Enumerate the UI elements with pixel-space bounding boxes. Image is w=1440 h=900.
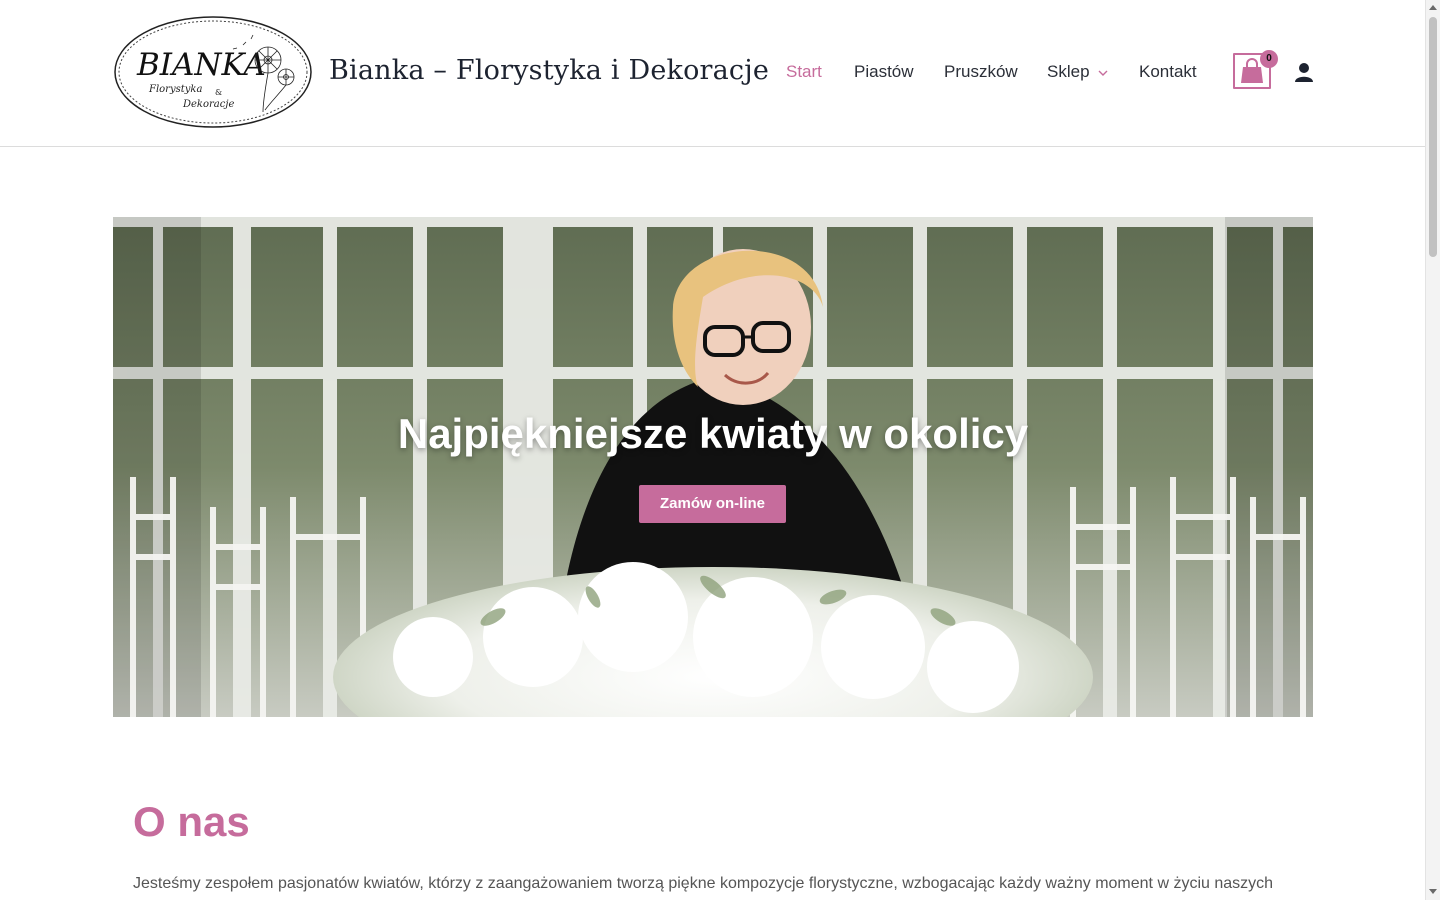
about-paragraph: Jesteśmy zespołem pasjonatów kwiatów, kt…	[133, 875, 1274, 892]
nav-item-start[interactable]: Start	[786, 62, 822, 82]
about-heading: O nas	[133, 798, 250, 845]
site-logo[interactable]: BIANKA Florystyka & Dekoracje	[113, 15, 313, 130]
site-title[interactable]: Bianka – Florystyka i Dekoracje	[329, 55, 769, 86]
logo-sub-text-amp: &	[215, 88, 222, 97]
hero-background-image	[113, 217, 1313, 717]
nav-item-piastow[interactable]: Piastów	[854, 62, 914, 82]
cart-count-badge: 0	[1260, 50, 1278, 68]
scroll-up-arrow-icon[interactable]	[1429, 5, 1437, 10]
scrollbar-thumb[interactable]	[1429, 17, 1437, 257]
site-header: BIANKA Florystyka & Dekoracje Bianka – F…	[0, 0, 1425, 147]
order-online-button[interactable]: Zamów on-line	[639, 485, 786, 523]
vertical-scrollbar[interactable]	[1425, 0, 1440, 900]
logo-sub-text-1: Florystyka	[148, 84, 202, 95]
nav-item-pruszkow[interactable]: Pruszków	[944, 62, 1018, 82]
page: BIANKA Florystyka & Dekoracje Bianka – F…	[0, 0, 1425, 900]
nav-item-sklep-label: Sklep	[1047, 62, 1090, 81]
logo-sub-text-2: Dekoracje	[182, 99, 234, 110]
user-account-icon[interactable]	[1294, 62, 1314, 84]
scroll-down-arrow-icon[interactable]	[1429, 889, 1437, 894]
logo-main-text: BIANKA	[136, 47, 266, 83]
hero-banner: Najpiękniejsze kwiaty w okolicy Zamów on…	[113, 217, 1313, 717]
chevron-down-icon	[1098, 61, 1108, 81]
nav-item-sklep[interactable]: Sklep	[1047, 62, 1108, 83]
nav-item-kontakt[interactable]: Kontakt	[1139, 62, 1197, 82]
hero-title: Najpiękniejsze kwiaty w okolicy	[397, 410, 1029, 457]
